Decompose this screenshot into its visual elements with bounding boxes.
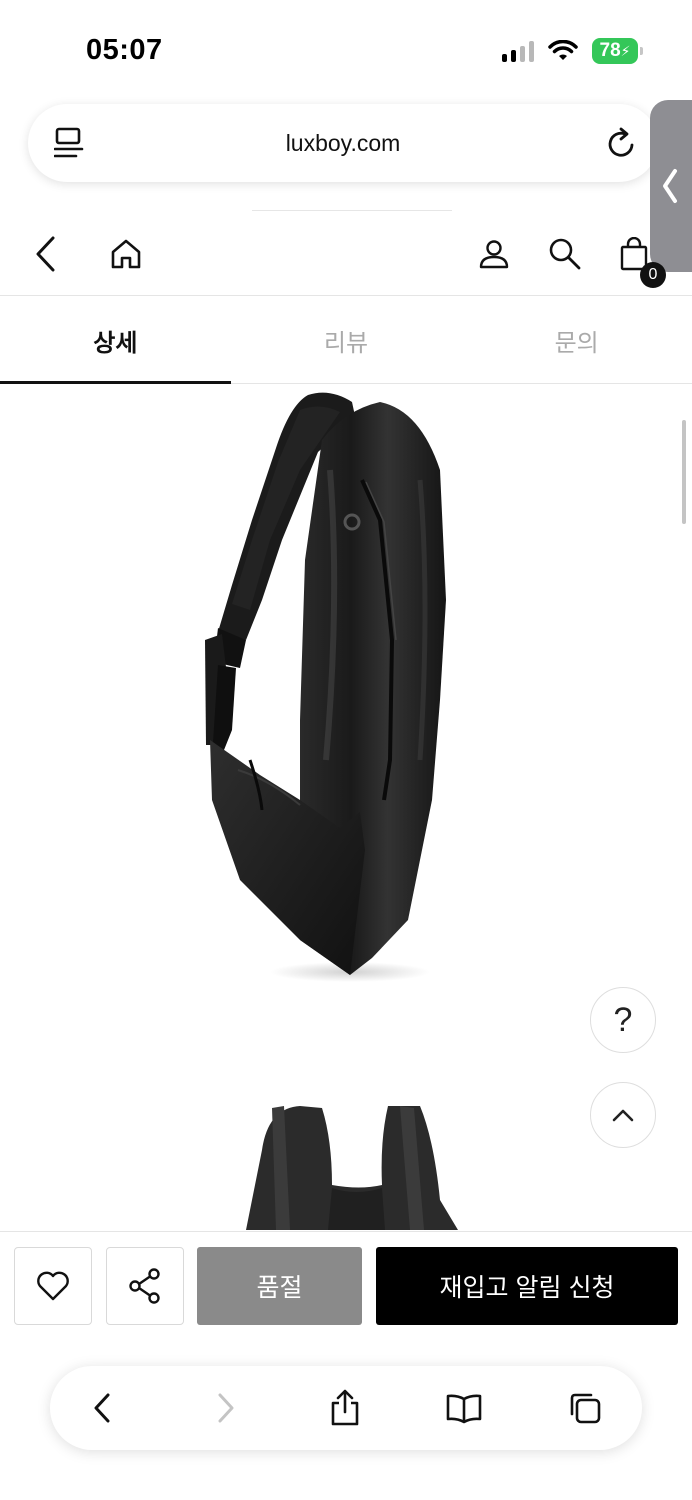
help-label: ?	[613, 1000, 633, 1039]
forward-icon[interactable]	[206, 1388, 246, 1428]
site-header: 0	[0, 218, 692, 296]
status-time: 05:07	[86, 34, 163, 66]
divider	[252, 210, 452, 211]
cart-count-badge: 0	[640, 262, 666, 288]
share-button[interactable]	[106, 1247, 184, 1325]
tabs-icon[interactable]	[565, 1388, 605, 1428]
product-tabs: 상세 리뷰 문의	[0, 298, 692, 384]
chevron-up-icon	[612, 1109, 634, 1122]
battery-charging-icon: 78 ⚡	[592, 38, 643, 64]
heart-icon	[37, 1271, 69, 1301]
help-button[interactable]: ?	[590, 987, 656, 1053]
soldout-button[interactable]: 품절	[197, 1247, 362, 1325]
wifi-icon	[548, 40, 578, 60]
battery-level: 78	[599, 40, 621, 61]
wishlist-button[interactable]	[14, 1247, 92, 1325]
share-icon	[129, 1268, 160, 1304]
status-bar: 05:07 78 ⚡	[0, 0, 692, 100]
page-menu-icon[interactable]	[54, 126, 84, 160]
back-icon[interactable]	[82, 1388, 122, 1428]
status-indicators: 78 ⚡	[502, 38, 643, 64]
bookmarks-icon[interactable]	[444, 1388, 484, 1428]
scroll-top-button[interactable]	[590, 1082, 656, 1148]
restock-notify-button[interactable]: 재입고 알림 신청	[376, 1247, 678, 1325]
back-icon[interactable]	[26, 234, 66, 274]
share-icon[interactable]	[325, 1388, 365, 1428]
home-icon[interactable]	[106, 234, 146, 274]
scroll-indicator[interactable]	[682, 420, 686, 524]
url-text[interactable]: luxboy.com	[286, 130, 401, 157]
chevron-left-icon	[663, 169, 677, 203]
user-icon[interactable]	[474, 234, 514, 274]
purchase-action-bar: 품절 재입고 알림 신청	[0, 1231, 692, 1341]
tab-inquiry[interactable]: 문의	[461, 298, 692, 383]
product-image-sling-bag	[205, 392, 458, 1230]
product-image-area	[0, 385, 692, 1230]
tab-review[interactable]: 리뷰	[231, 298, 462, 383]
reload-icon[interactable]	[606, 126, 638, 160]
tab-detail[interactable]: 상세	[0, 298, 231, 384]
shopping-bag-icon[interactable]: 0	[614, 234, 666, 288]
search-icon[interactable]	[545, 234, 585, 274]
cellular-signal-icon	[502, 40, 534, 62]
address-bar[interactable]: luxboy.com	[28, 104, 658, 182]
browser-toolbar	[50, 1366, 642, 1450]
